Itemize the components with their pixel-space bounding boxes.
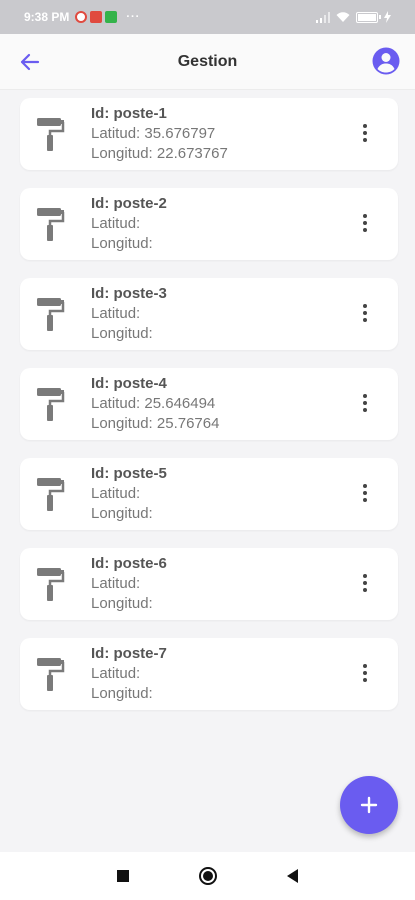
poste-info: Id: poste-5 Latitud: Longitud: bbox=[91, 464, 167, 524]
wifi-icon bbox=[336, 11, 350, 22]
poste-latitude: Latitud: bbox=[91, 305, 141, 322]
more-vert-icon[interactable] bbox=[360, 302, 370, 324]
arrow-left-icon bbox=[20, 53, 40, 71]
poste-latitude: Latitud: 35.676797 bbox=[91, 125, 216, 142]
app-bar: Gestion bbox=[0, 34, 415, 90]
poste-longitude: Longitud: 22.673767 bbox=[91, 145, 228, 162]
poste-longitude: Longitud: bbox=[91, 325, 153, 342]
charging-icon bbox=[384, 11, 391, 23]
recents-button[interactable] bbox=[117, 870, 129, 882]
poste-info: Id: poste-6 Latitud: Longitud: bbox=[91, 554, 167, 614]
account-circle-icon bbox=[372, 47, 400, 75]
status-overflow: ··· bbox=[126, 11, 141, 23]
poste-latitude: Latitud: bbox=[91, 575, 141, 592]
more-vert-icon[interactable] bbox=[360, 212, 370, 234]
google-icon bbox=[75, 11, 88, 23]
status-time: 9:38 PM bbox=[24, 10, 70, 24]
gmail-icon bbox=[90, 11, 103, 23]
paint-roller-icon bbox=[37, 568, 65, 601]
poste-info: Id: poste-3 Latitud: Longitud: bbox=[91, 284, 167, 344]
paint-roller-icon bbox=[37, 388, 65, 421]
paint-roller-icon bbox=[37, 118, 65, 151]
poste-id: Id: poste-4 bbox=[91, 375, 167, 392]
poste-latitude: Latitud: 25.646494 bbox=[91, 395, 216, 412]
battery-icon bbox=[356, 11, 381, 23]
more-vert-icon[interactable] bbox=[360, 572, 370, 594]
status-bar: 9:38 PM ··· bbox=[0, 0, 415, 34]
poste-card[interactable]: Id: poste-7 Latitud: Longitud: bbox=[20, 638, 398, 710]
poste-card[interactable]: Id: poste-6 Latitud: Longitud: bbox=[20, 548, 398, 620]
poste-card[interactable]: Id: poste-1 Latitud: 35.676797 Longitud:… bbox=[20, 98, 398, 170]
poste-id: Id: poste-1 bbox=[91, 105, 167, 122]
poste-longitude: Longitud: bbox=[91, 235, 153, 252]
messaging-icon bbox=[105, 11, 118, 23]
page-title: Gestion bbox=[177, 52, 238, 70]
poste-id: Id: poste-7 bbox=[91, 645, 167, 662]
poste-info: Id: poste-1 Latitud: 35.676797 Longitud:… bbox=[91, 104, 228, 164]
system-nav-bar bbox=[0, 852, 415, 900]
poste-longitude: Longitud: bbox=[91, 505, 153, 522]
poste-latitude: Latitud: bbox=[91, 485, 141, 502]
more-vert-icon[interactable] bbox=[360, 392, 370, 414]
poste-card[interactable]: Id: poste-2 Latitud: Longitud: bbox=[20, 188, 398, 260]
paint-roller-icon bbox=[37, 298, 65, 331]
account-button[interactable] bbox=[371, 46, 401, 76]
poste-id: Id: poste-2 bbox=[91, 195, 167, 212]
system-back-button[interactable] bbox=[287, 869, 298, 883]
poste-id: Id: poste-6 bbox=[91, 555, 167, 572]
paint-roller-icon bbox=[37, 658, 65, 691]
add-poste-button[interactable] bbox=[340, 776, 398, 834]
more-vert-icon[interactable] bbox=[360, 482, 370, 504]
poste-card[interactable]: Id: poste-3 Latitud: Longitud: bbox=[20, 278, 398, 350]
poste-id: Id: poste-3 bbox=[91, 285, 167, 302]
poste-longitude: Longitud: bbox=[91, 595, 153, 612]
poste-info: Id: poste-4 Latitud: 25.646494 Longitud:… bbox=[91, 374, 219, 434]
poste-info: Id: poste-2 Latitud: Longitud: bbox=[91, 194, 167, 254]
poste-card[interactable]: Id: poste-5 Latitud: Longitud: bbox=[20, 458, 398, 530]
poste-info: Id: poste-7 Latitud: Longitud: bbox=[91, 644, 167, 704]
poste-card[interactable]: Id: poste-4 Latitud: 25.646494 Longitud:… bbox=[20, 368, 398, 440]
home-button[interactable] bbox=[199, 867, 217, 885]
paint-roller-icon bbox=[37, 478, 65, 511]
poste-latitude: Latitud: bbox=[91, 665, 141, 682]
more-vert-icon[interactable] bbox=[360, 662, 370, 684]
poste-id: Id: poste-5 bbox=[91, 465, 167, 482]
signal-icon bbox=[316, 11, 330, 23]
poste-list: Id: poste-1 Latitud: 35.676797 Longitud:… bbox=[20, 98, 398, 728]
poste-latitude: Latitud: bbox=[91, 215, 141, 232]
plus-icon bbox=[360, 796, 378, 814]
poste-longitude: Longitud: bbox=[91, 685, 153, 702]
poste-longitude: Longitud: 25.76764 bbox=[91, 415, 220, 432]
paint-roller-icon bbox=[37, 208, 65, 241]
back-button[interactable] bbox=[16, 48, 44, 76]
more-vert-icon[interactable] bbox=[360, 122, 370, 144]
